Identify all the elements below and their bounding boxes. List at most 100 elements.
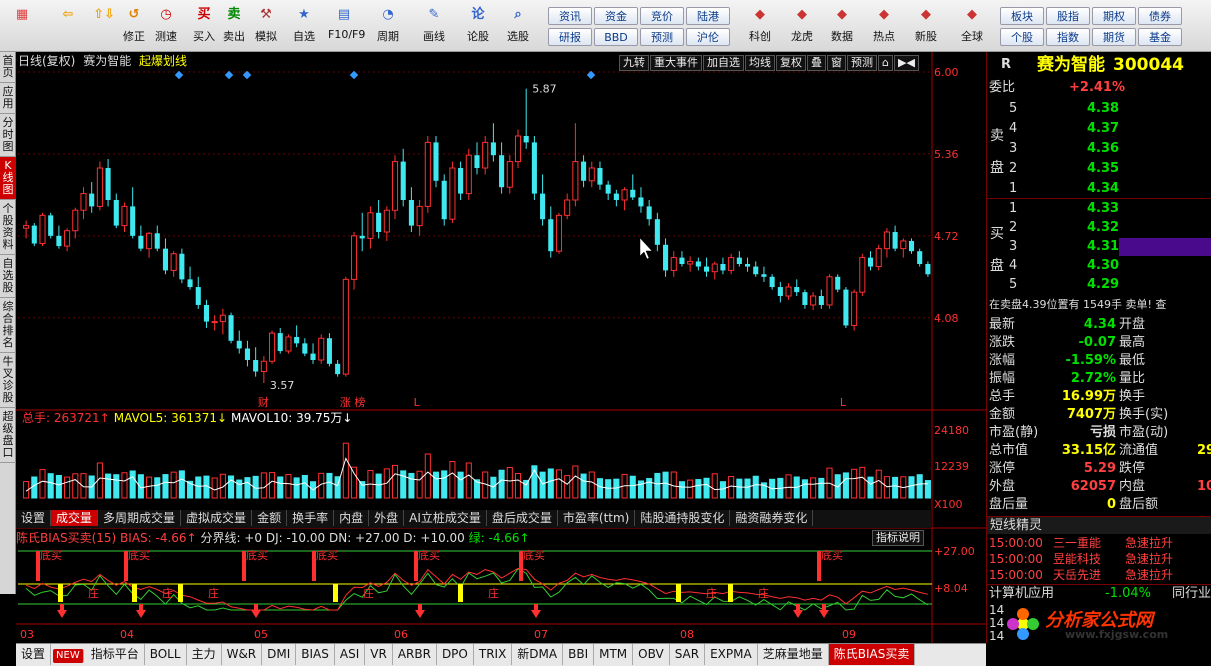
bottom-tab[interactable]: BOLL xyxy=(145,644,187,665)
toolbar-newstock-button[interactable]: ◆ 新股 xyxy=(910,4,942,50)
volume-tab[interactable]: 盘后成交量 xyxy=(487,510,558,526)
toolbar-draw-button[interactable]: ✎ 画线 xyxy=(418,4,450,50)
toolbar-sim-button[interactable]: ⚒ 模拟 xyxy=(250,4,282,50)
bottom-tab[interactable]: 指标平台 xyxy=(86,644,145,665)
volume-tab[interactable]: 金额 xyxy=(252,510,288,526)
bottom-tab[interactable]: BBI xyxy=(563,644,595,665)
volume-tab[interactable]: 成交量 xyxy=(51,510,99,526)
toolbar-group-button[interactable]: BBD xyxy=(594,28,638,46)
toolbar-group-button[interactable]: 预测 xyxy=(640,28,684,46)
volume-tab[interactable]: 设置 xyxy=(16,510,52,526)
volume-bar xyxy=(498,469,505,499)
bottom-tab[interactable]: 新DMA xyxy=(512,644,564,665)
toolbar-market-button[interactable]: 指数 xyxy=(1046,28,1090,46)
toolbar-market-button[interactable]: 期权 xyxy=(1092,7,1136,25)
left-tab-8[interactable]: 超级盘口 xyxy=(0,408,16,463)
bottom-tab[interactable]: 主力 xyxy=(187,644,222,665)
toolbar-data-button[interactable]: ◆ 数据 xyxy=(826,4,858,50)
bottom-tab[interactable]: DMI xyxy=(262,644,297,665)
mouse-cursor-icon xyxy=(639,237,653,260)
short-spirit-row[interactable]: 15:00:00 昱能科技 急速拉升 xyxy=(987,551,1211,567)
short-spirit-row[interactable]: 15:00:00 三一重能 急速拉升 xyxy=(987,535,1211,551)
toolbar-hot-button[interactable]: ◆ 热点 xyxy=(868,4,900,50)
volume-tab[interactable]: AI立桩成交量 xyxy=(404,510,487,526)
toolbar-longhu-button[interactable]: ◆ 龙虎 xyxy=(786,4,818,50)
toolbar-grid-button[interactable]: ▦ xyxy=(6,4,38,50)
sell-level-row[interactable]: 5 4.38 xyxy=(987,100,1211,118)
toolbar-period-button[interactable]: ◔ 周期 xyxy=(372,4,404,50)
toolbar-market-button[interactable]: 个股 xyxy=(1000,28,1044,46)
indicator-desc-button[interactable]: 指标说明 xyxy=(872,530,924,546)
toolbar-market-button[interactable]: 债券 xyxy=(1138,7,1182,25)
toolbar-up-button[interactable]: ⇧⇩ xyxy=(88,4,120,50)
buy-level-row[interactable]: 5 4.29 xyxy=(987,276,1211,294)
buy-level-row[interactable]: 3 4.31 xyxy=(987,238,1211,256)
toolbar-revise-button[interactable]: ↺ 修正 xyxy=(118,4,150,50)
left-tab-0[interactable]: 首页 xyxy=(0,52,16,83)
volume-tab[interactable]: 多周期成交量 xyxy=(98,510,182,526)
signal-diamond-icon xyxy=(174,70,184,80)
toolbar-group-button[interactable]: 资讯 xyxy=(548,7,592,25)
left-tab-1[interactable]: 应用 xyxy=(0,83,16,114)
bottom-tab[interactable]: 芝麻量地量 xyxy=(758,644,829,665)
toolbar-global-button[interactable]: ◆ 全球 xyxy=(956,4,988,50)
sell-level-row[interactable]: 1 4.34 xyxy=(987,180,1211,198)
buy-level-row[interactable]: 2 4.32 xyxy=(987,219,1211,237)
buy-level-row[interactable]: 4 4.30 xyxy=(987,257,1211,275)
sell-level-row[interactable]: 3 4.36 xyxy=(987,140,1211,158)
bottom-tab[interactable]: NEW xyxy=(53,649,84,663)
left-tab-6[interactable]: 综合排名 xyxy=(0,298,16,353)
bottom-tab[interactable]: ASI xyxy=(335,644,366,665)
toolbar-watch-button[interactable]: ★ 自选 xyxy=(288,4,320,50)
toolbar-lungu-button[interactable]: 论论股 xyxy=(462,4,494,50)
short-spirit-row[interactable]: 15:00:00 天岳先进 急速拉升 xyxy=(987,567,1211,583)
toolbar-market-button[interactable]: 基金 xyxy=(1138,28,1182,46)
toolbar-group-button[interactable]: 资金 xyxy=(594,7,638,25)
toolbar-kechuang-button[interactable]: ◆ 科创 xyxy=(744,4,776,50)
price-chart-svg[interactable]: 6.00 5.36 4.72 4.08 5.87 3.57财 L 涨 榜 L 总手: 263721… xyxy=(16,52,986,643)
toolbar-group-button[interactable]: 研报 xyxy=(548,28,592,46)
volume-tab[interactable]: 虚拟成交量 xyxy=(181,510,253,526)
volume-tab[interactable]: 外盘 xyxy=(369,510,405,526)
buy-level-row[interactable]: 1 4.33 xyxy=(987,200,1211,218)
bottom-tab[interactable]: 设置 xyxy=(16,644,52,665)
toolbar-market-button[interactable]: 期货 xyxy=(1092,28,1136,46)
left-tab-2[interactable]: 分时图 xyxy=(0,114,16,157)
toolbar-group-button[interactable]: 沪伦 xyxy=(686,28,730,46)
bottom-tab[interactable]: TRIX xyxy=(474,644,513,665)
toolbar-f10-button[interactable]: ▤ F10/F9 xyxy=(328,4,365,50)
bottom-tab[interactable]: W&R xyxy=(222,644,263,665)
sell-level-row[interactable]: 2 4.35 xyxy=(987,160,1211,178)
left-tab-7[interactable]: 牛叉诊股 xyxy=(0,353,16,408)
volume-tab[interactable]: 市盈率(ttm) xyxy=(558,510,636,526)
left-tab-5[interactable]: 自选股 xyxy=(0,255,16,298)
toolbar-buy-button[interactable]: 买买入 xyxy=(188,4,220,50)
sell-level-row[interactable]: 4 4.37 xyxy=(987,120,1211,138)
f10-icon: ▤ xyxy=(337,7,351,22)
toolbar-back-button[interactable]: ⇦ xyxy=(52,4,84,50)
volume-tab[interactable]: 换手率 xyxy=(287,510,335,526)
bottom-tab[interactable]: MTM xyxy=(594,644,634,665)
toolbar-market-button[interactable]: 板块 xyxy=(1000,7,1044,25)
toolbar-sell-button[interactable]: 卖卖出 xyxy=(218,4,250,50)
bottom-tab[interactable]: DPO xyxy=(437,644,474,665)
toolbar-market-button[interactable]: 股指 xyxy=(1046,7,1090,25)
bottom-tab[interactable]: ARBR xyxy=(393,644,437,665)
bottom-tab[interactable]: OBV xyxy=(633,644,670,665)
toolbar-group-button[interactable]: 陆港 xyxy=(686,7,730,25)
bottom-tab[interactable]: EXPMA xyxy=(705,644,758,665)
volume-bar xyxy=(883,476,890,499)
bottom-tab[interactable]: BIAS xyxy=(296,644,335,665)
toolbar-group-button[interactable]: 竞价 xyxy=(640,7,684,25)
volume-tab[interactable]: 陆股通持股变化 xyxy=(635,510,731,526)
volume-tab[interactable]: 内盘 xyxy=(334,510,370,526)
volume-tab[interactable]: 融资融券变化 xyxy=(730,510,814,526)
toolbar-speed-button[interactable]: ◷ 测速 xyxy=(150,4,182,50)
bottom-tab[interactable]: SAR xyxy=(670,644,706,665)
candle-body xyxy=(31,225,37,244)
bottom-tab[interactable]: 陈氏BIAS买卖 xyxy=(828,644,916,665)
left-tab-3[interactable]: K线图 xyxy=(0,157,16,200)
bottom-tab[interactable]: VR xyxy=(365,644,393,665)
toolbar-pick-button[interactable]: ⌕ 选股 xyxy=(502,4,534,50)
left-tab-4[interactable]: 个股资料 xyxy=(0,200,16,255)
